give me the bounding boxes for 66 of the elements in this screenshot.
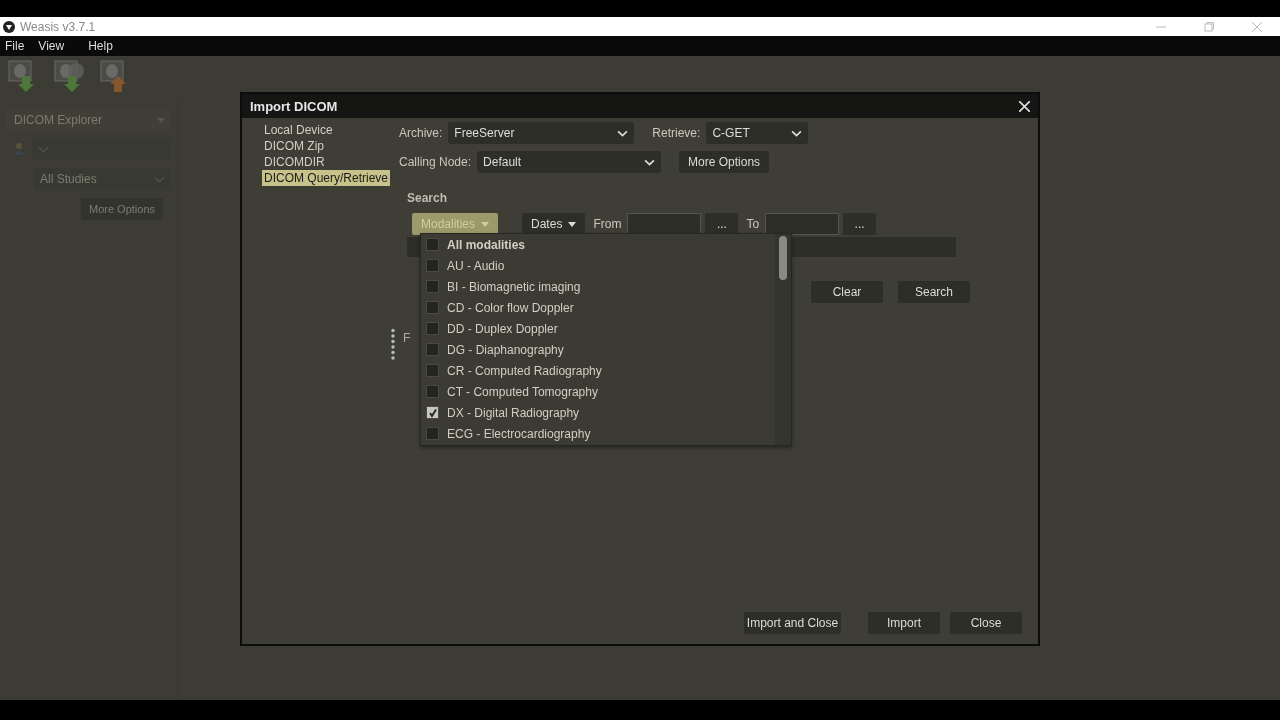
- window-title: Weasis v3.7.1: [20, 19, 96, 34]
- source-item[interactable]: DICOM Query/Retrieve: [262, 170, 391, 186]
- from-date-field[interactable]: [627, 213, 702, 235]
- source-item[interactable]: DICOMDIR: [262, 154, 327, 170]
- dates-dropdown-button[interactable]: Dates: [522, 213, 586, 235]
- chevron-down-icon: [154, 175, 165, 183]
- browse-button[interactable]: ...: [843, 213, 877, 235]
- checkbox[interactable]: [426, 322, 439, 335]
- section-label: F: [403, 331, 411, 345]
- modality-option[interactable]: CT - Computed Tomography: [421, 381, 775, 402]
- browse-button[interactable]: ...: [705, 213, 739, 235]
- archive-dropdown[interactable]: FreeServer: [448, 122, 635, 144]
- chevron-down-icon: [644, 158, 656, 166]
- menu-item[interactable]: File: [5, 39, 25, 53]
- to-date-field[interactable]: [765, 213, 840, 235]
- retrieve-dropdown[interactable]: C-GET: [706, 122, 809, 144]
- modality-option[interactable]: CR - Computed Radiography: [421, 360, 775, 381]
- dialog-button[interactable]: Close: [950, 612, 1022, 634]
- menu-item[interactable]: Help: [88, 39, 113, 53]
- checkbox[interactable]: [426, 427, 439, 440]
- scrollbar[interactable]: [775, 234, 791, 445]
- checkbox[interactable]: [426, 280, 439, 293]
- source-item[interactable]: Local Device: [262, 122, 335, 138]
- checkbox[interactable]: [426, 406, 439, 419]
- modality-option[interactable]: ECG - Electrocardiography: [421, 423, 775, 444]
- panel-title: DICOM Explorer: [14, 113, 102, 127]
- archive-label: Archive:: [399, 126, 443, 140]
- checkbox[interactable]: [426, 364, 439, 377]
- modality-option[interactable]: CD - Color flow Doppler: [421, 297, 775, 318]
- menu-item[interactable]: View: [38, 39, 65, 53]
- modality-option[interactable]: DG - Diaphanography: [421, 339, 775, 360]
- modality-option[interactable]: DD - Duplex Doppler: [421, 318, 775, 339]
- close-icon[interactable]: [1019, 100, 1030, 112]
- app-logo-icon: [3, 20, 15, 33]
- calling-node-label: Calling Node:: [399, 155, 472, 169]
- dialog-button[interactable]: Import and Close: [744, 612, 841, 634]
- splitter-handle-icon[interactable]: [391, 327, 395, 361]
- search-button[interactable]: Search: [898, 281, 970, 303]
- patient-icon: [14, 143, 24, 155]
- scrollbar-thumb[interactable]: [779, 236, 787, 280]
- more-options-button[interactable]: More Options: [679, 151, 770, 173]
- retrieve-label: Retrieve:: [652, 126, 701, 140]
- modality-option[interactable]: BI - Biomagnetic imaging: [421, 276, 775, 297]
- modality-option[interactable]: DX - Digital Radiography: [421, 402, 775, 423]
- modality-option[interactable]: AU - Audio: [421, 255, 775, 276]
- chevron-down-icon: [791, 129, 803, 137]
- source-item[interactable]: DICOM Zip: [262, 138, 326, 154]
- caret-icon: [481, 221, 490, 227]
- checkbox[interactable]: [426, 259, 439, 272]
- calling-node-dropdown[interactable]: Default: [477, 151, 662, 173]
- to-label: To: [746, 217, 760, 231]
- caret-icon[interactable]: [157, 117, 165, 123]
- chevron-down-icon: [38, 145, 49, 153]
- caret-icon: [568, 221, 577, 227]
- from-label: From: [593, 217, 622, 231]
- clear-button[interactable]: Clear: [811, 281, 883, 303]
- checkbox[interactable]: [426, 238, 439, 251]
- checkbox[interactable]: [426, 301, 439, 314]
- dialog-button[interactable]: Import: [868, 612, 940, 634]
- modality-option[interactable]: All modalities: [421, 234, 775, 255]
- restore-icon[interactable]: [1204, 21, 1214, 32]
- checkbox[interactable]: [426, 385, 439, 398]
- search-section-title: Search: [407, 191, 449, 205]
- dialog-title: Import DICOM: [250, 98, 338, 114]
- checkbox[interactable]: [426, 343, 439, 356]
- chevron-down-icon: [617, 129, 629, 137]
